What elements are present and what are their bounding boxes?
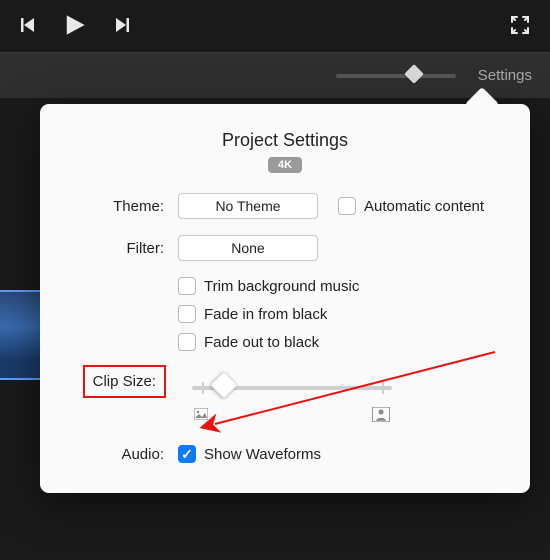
clip-thumbnail[interactable] — [0, 290, 40, 380]
trim-music-label: Trim background music — [204, 278, 359, 295]
fade-out-checkbox[interactable]: Fade out to black — [178, 333, 359, 351]
automatic-content-checkbox[interactable]: Automatic content — [338, 197, 484, 215]
clip-size-label: Clip Size: — [83, 365, 166, 398]
audio-label: Audio: — [68, 446, 178, 463]
zoom-slider[interactable] — [336, 66, 456, 86]
small-thumb-icon — [194, 407, 208, 425]
settings-button[interactable]: Settings — [478, 67, 532, 84]
resolution-badge: 4K — [268, 157, 302, 173]
checkbox-icon — [178, 305, 196, 323]
fade-out-label: Fade out to black — [204, 334, 319, 351]
filter-dropdown[interactable]: None — [178, 235, 318, 261]
filter-label: Filter: — [68, 240, 178, 257]
clip-size-icons — [192, 407, 392, 425]
show-waveforms-checkbox[interactable]: Show Waveforms — [178, 445, 321, 463]
project-settings-popover: Project Settings 4K Theme: No Theme Auto… — [40, 104, 530, 493]
checkbox-icon — [178, 277, 196, 295]
show-waveforms-label: Show Waveforms — [204, 446, 321, 463]
automatic-content-label: Automatic content — [364, 198, 484, 215]
fullscreen-button[interactable] — [510, 15, 530, 38]
fade-in-label: Fade in from black — [204, 306, 327, 323]
checkbox-icon — [338, 197, 356, 215]
checkbox-icon — [178, 333, 196, 351]
prev-button[interactable] — [20, 17, 36, 36]
fade-in-checkbox[interactable]: Fade in from black — [178, 305, 359, 323]
trim-music-checkbox[interactable]: Trim background music — [178, 277, 359, 295]
secondary-toolbar: Settings — [0, 52, 550, 98]
playback-toolbar — [0, 0, 550, 52]
transport-controls — [20, 14, 130, 39]
theme-label: Theme: — [68, 198, 178, 215]
clip-size-slider[interactable] — [192, 373, 392, 403]
popover-title: Project Settings — [68, 130, 502, 151]
theme-dropdown[interactable]: No Theme — [178, 193, 318, 219]
checkbox-checked-icon — [178, 445, 196, 463]
next-button[interactable] — [114, 17, 130, 36]
large-thumb-icon — [372, 407, 390, 425]
play-button[interactable] — [64, 14, 86, 39]
